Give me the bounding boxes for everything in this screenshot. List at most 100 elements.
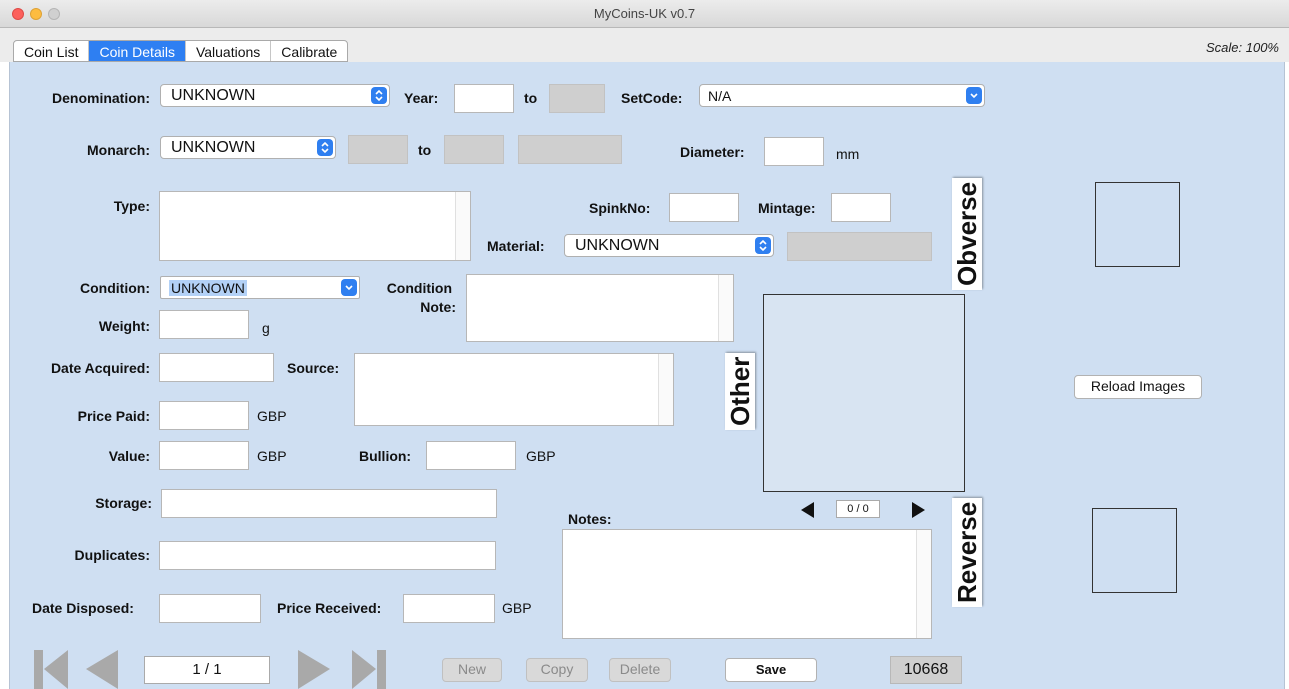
bullion-label: Bullion: — [359, 448, 412, 464]
date-acquired-field[interactable] — [159, 353, 274, 382]
price-paid-input[interactable] — [160, 402, 248, 429]
year-label: Year: — [404, 90, 439, 106]
duplicates-input[interactable] — [160, 542, 495, 569]
storage-field[interactable] — [161, 489, 497, 518]
price-received-field[interactable] — [403, 594, 495, 623]
material-select[interactable]: UNKNOWN — [564, 234, 774, 257]
reverse-image[interactable] — [1092, 508, 1177, 593]
spinkno-input[interactable] — [670, 194, 738, 221]
bullion-field[interactable] — [426, 441, 516, 470]
date-acquired-input[interactable] — [160, 354, 273, 381]
date-disposed-label: Date Disposed: — [32, 600, 134, 616]
condition-label: Condition: — [80, 280, 150, 296]
next-image-icon[interactable] — [908, 500, 928, 520]
weight-unit: g — [262, 320, 270, 336]
duplicates-label: Duplicates: — [74, 547, 150, 563]
mintage-input[interactable] — [832, 194, 890, 221]
mintage-label: Mintage: — [758, 200, 816, 216]
material-value: UNKNOWN — [575, 237, 660, 254]
tab-calibrate[interactable]: Calibrate — [271, 41, 347, 61]
source-scrollbar[interactable] — [658, 354, 673, 425]
condition-note-label-line2: Note: — [420, 299, 456, 315]
other-image[interactable] — [763, 294, 965, 492]
value-input[interactable] — [160, 442, 248, 469]
weight-field[interactable] — [159, 310, 249, 339]
denomination-select[interactable]: UNKNOWN — [160, 84, 390, 107]
title-bar: MyCoins-UK v0.7 — [0, 0, 1289, 28]
tab-strip: Coin List Coin Details Valuations Calibr… — [0, 28, 1289, 62]
date-acquired-label: Date Acquired: — [50, 360, 150, 376]
notes-textarea[interactable] — [562, 529, 932, 639]
record-position: 1 / 1 — [144, 656, 270, 684]
monarch-select[interactable]: UNKNOWN — [160, 136, 336, 159]
value-field[interactable] — [159, 441, 249, 470]
delete-button[interactable]: Delete — [609, 658, 671, 682]
diameter-unit: mm — [836, 146, 860, 162]
condition-value: UNKNOWN — [169, 280, 247, 296]
tab-valuations[interactable]: Valuations — [186, 41, 272, 61]
setcode-select[interactable]: N/A — [699, 84, 985, 107]
year-to-label: to — [524, 90, 538, 106]
stepper-arrows-icon — [371, 87, 387, 104]
mintage-field[interactable] — [831, 193, 891, 222]
diameter-field[interactable] — [764, 137, 824, 166]
date-disposed-input[interactable] — [160, 595, 260, 622]
tab-coin-list[interactable]: Coin List — [14, 41, 90, 61]
denomination-label: Denomination: — [52, 90, 150, 106]
price-paid-field[interactable] — [159, 401, 249, 430]
year-from-input[interactable] — [455, 85, 513, 112]
spinkno-label: SpinkNo: — [589, 200, 651, 216]
price-paid-label: Price Paid: — [77, 408, 150, 424]
previous-image-icon[interactable] — [798, 500, 818, 520]
monarch-value: UNKNOWN — [171, 139, 256, 156]
storage-label: Storage: — [95, 495, 152, 511]
previous-record-icon[interactable] — [82, 648, 122, 689]
year-from-field[interactable] — [454, 84, 514, 113]
weight-input[interactable] — [160, 311, 248, 338]
material-label: Material: — [487, 238, 545, 254]
reverse-label: Reverse — [952, 497, 982, 607]
price-paid-unit: GBP — [257, 408, 287, 424]
obverse-image[interactable] — [1095, 182, 1180, 267]
year-to-field — [549, 84, 605, 113]
new-button[interactable]: New — [442, 658, 502, 682]
price-received-label: Price Received: — [277, 600, 382, 616]
reload-images-button[interactable]: Reload Images — [1074, 375, 1202, 399]
bullion-input[interactable] — [427, 442, 515, 469]
denomination-value: UNKNOWN — [171, 87, 256, 104]
last-record-icon[interactable] — [348, 648, 388, 689]
storage-input[interactable] — [162, 490, 496, 517]
next-record-icon[interactable] — [294, 648, 334, 689]
source-textarea[interactable] — [354, 353, 674, 426]
setcode-label: SetCode: — [621, 90, 683, 106]
save-button[interactable]: Save — [725, 658, 817, 682]
notes-scrollbar[interactable] — [916, 530, 931, 638]
type-textarea[interactable] — [159, 191, 471, 261]
image-counter: 0 / 0 — [836, 500, 880, 518]
monarch-extra-field — [518, 135, 622, 164]
duplicates-field[interactable] — [159, 541, 496, 570]
notes-label: Notes: — [568, 511, 612, 527]
diameter-input[interactable] — [765, 138, 823, 165]
record-id: 10668 — [890, 656, 962, 684]
condition-note-scrollbar[interactable] — [718, 275, 733, 341]
price-received-unit: GBP — [502, 600, 532, 616]
condition-note-textarea[interactable] — [466, 274, 734, 342]
value-label: Value: — [108, 448, 150, 464]
obverse-label: Obverse — [952, 177, 982, 290]
material-extra-field — [787, 232, 932, 261]
monarch-to-field — [444, 135, 504, 164]
type-scrollbar[interactable] — [455, 192, 470, 260]
chevron-down-icon — [341, 279, 357, 296]
tab-coin-details[interactable]: Coin Details — [89, 41, 186, 61]
copy-button[interactable]: Copy — [526, 658, 588, 682]
date-disposed-field[interactable] — [159, 594, 261, 623]
condition-select[interactable]: UNKNOWN — [160, 276, 360, 299]
year-to-input — [550, 85, 604, 112]
price-received-input[interactable] — [404, 595, 494, 622]
spinkno-field[interactable] — [669, 193, 739, 222]
first-record-icon[interactable] — [32, 648, 72, 689]
chevron-down-icon — [966, 87, 982, 104]
weight-label: Weight: — [98, 318, 150, 334]
scale-indicator: Scale: 100% — [1206, 40, 1279, 55]
